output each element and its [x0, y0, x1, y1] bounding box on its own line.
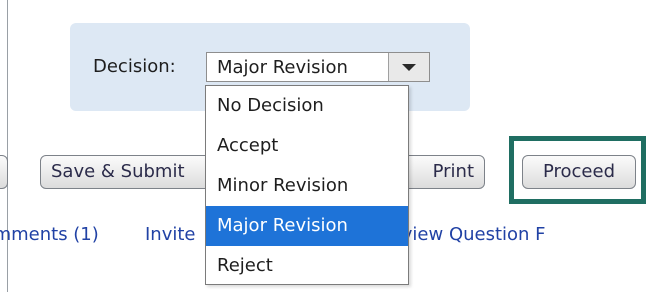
left-divider [7, 0, 8, 292]
dropdown-option-reject[interactable]: Reject [206, 246, 408, 286]
decision-select-value: Major Revision [217, 57, 348, 78]
chevron-down-icon [402, 64, 416, 71]
dropdown-option-major-revision[interactable]: Major Revision [206, 206, 408, 246]
partial-button[interactable] [0, 155, 8, 189]
select-dropdown-button[interactable] [388, 53, 429, 81]
dropdown-option-no-decision[interactable]: No Decision [206, 86, 408, 126]
decision-label: Decision: [93, 56, 176, 77]
proceed-button[interactable]: Proceed [522, 155, 636, 189]
dropdown-option-minor-revision[interactable]: Minor Revision [206, 166, 408, 206]
review-questions-link[interactable]: Review Question F [379, 223, 546, 247]
comments-link[interactable]: Comments (1) [0, 223, 99, 247]
invite-link[interactable]: Invite [145, 223, 196, 247]
dropdown-option-accept[interactable]: Accept [206, 126, 408, 166]
comments-link-label: Comments (1) [0, 224, 99, 245]
decision-screen: Decision: Major Revision Save & Submit P… [0, 0, 646, 292]
decision-dropdown-list: No Decision Accept Minor Revision Major … [205, 85, 409, 285]
decision-select[interactable]: Major Revision [206, 52, 430, 82]
